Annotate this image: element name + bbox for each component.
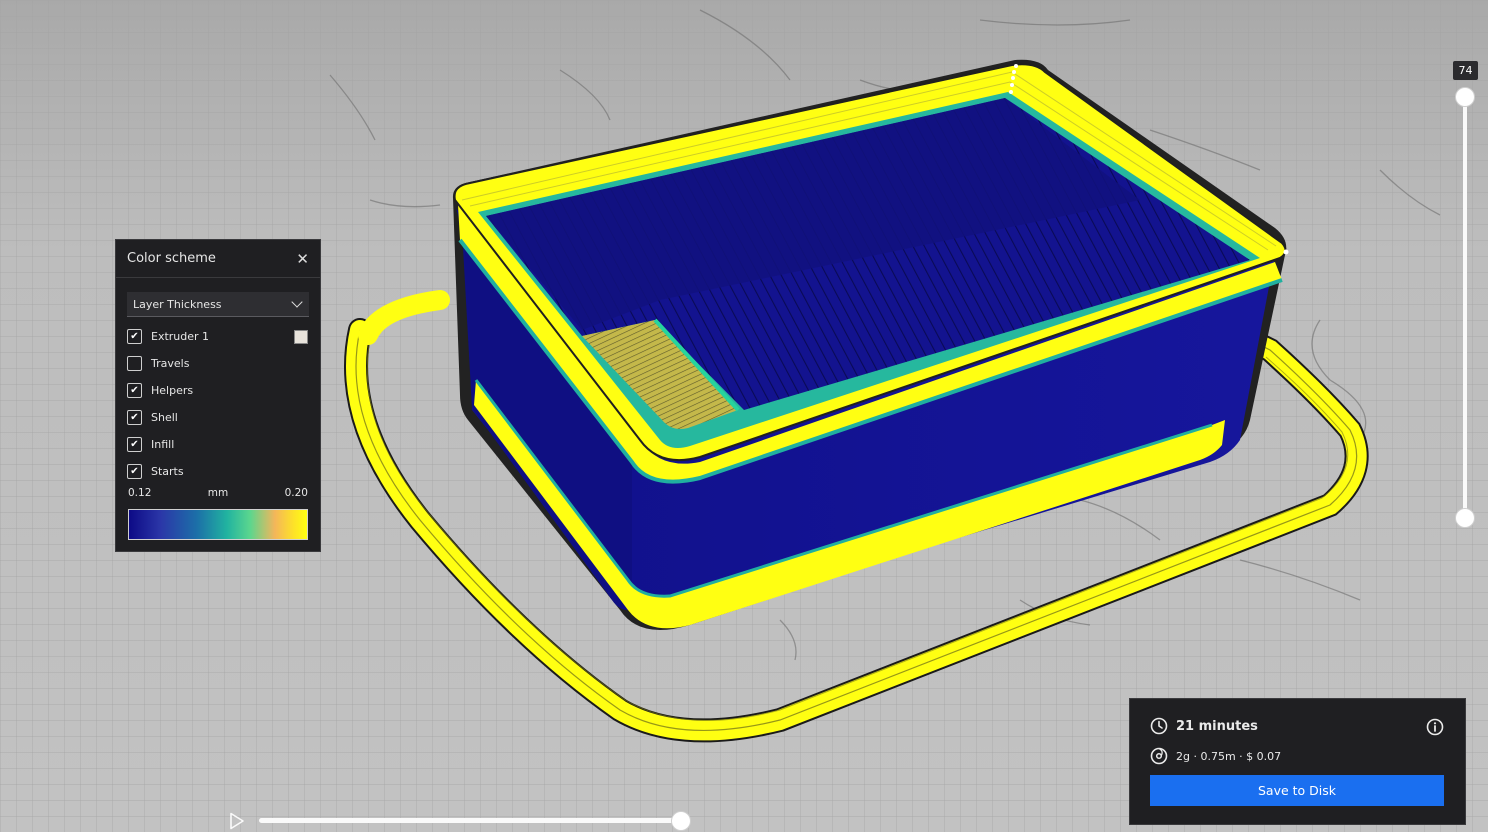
layer-slider-upper-handle[interactable] (1455, 87, 1475, 107)
option-infill[interactable]: ✔ Infill (116, 431, 320, 458)
shell-label: Shell (151, 411, 178, 424)
color-scheme-title: Color scheme (127, 251, 216, 266)
layer-number-label: 74 (1453, 61, 1478, 80)
extruder-color-swatch (294, 329, 308, 344)
extruder-1-label: Extruder 1 (151, 330, 210, 343)
color-scheme-dropdown[interactable]: Layer Thickness (127, 292, 309, 317)
helpers-checkbox[interactable]: ✔ (127, 383, 142, 398)
extruder-1-checkbox[interactable]: ✔ (127, 329, 142, 344)
infill-label: Infill (151, 438, 175, 451)
layer-slider-track[interactable] (1463, 97, 1467, 518)
save-to-disk-button[interactable]: Save to Disk (1150, 775, 1444, 806)
color-scheme-panel: Color scheme ✕ Layer Thickness ✔ Extrude… (115, 239, 321, 552)
infill-checkbox[interactable]: ✔ (127, 437, 142, 452)
info-icon[interactable] (1426, 718, 1444, 736)
color-scheme-options: ✔ Extruder 1 Travels ✔ Helpers ✔ Shell ✔… (116, 323, 320, 485)
scale-min: 0.12 (128, 487, 152, 499)
option-shell[interactable]: ✔ Shell (116, 404, 320, 431)
color-scheme-header: Color scheme ✕ (116, 240, 320, 278)
print-time: 21 minutes (1176, 718, 1258, 734)
play-icon[interactable] (229, 812, 245, 830)
legend-gradient-bar (128, 509, 308, 540)
option-starts[interactable]: ✔ Starts (116, 458, 320, 485)
playback-slider-handle[interactable] (671, 811, 691, 831)
starts-checkbox[interactable]: ✔ (127, 464, 142, 479)
layer-slider-lower-handle[interactable] (1455, 508, 1475, 528)
scale-unit: mm (207, 487, 229, 499)
travels-checkbox[interactable] (127, 356, 142, 371)
helpers-label: Helpers (151, 384, 194, 397)
chevron-down-icon (291, 296, 303, 308)
color-scheme-selected: Layer Thickness (133, 297, 222, 311)
legend-scale: 0.12 mm 0.20 (116, 487, 320, 499)
starts-label: Starts (151, 465, 184, 478)
playback-slider-track[interactable] (259, 818, 682, 823)
close-icon[interactable]: ✕ (296, 250, 309, 268)
material-usage: 2g · 0.75m · $ 0.07 (1176, 749, 1282, 763)
shell-checkbox[interactable]: ✔ (127, 410, 142, 425)
print-info-panel: 21 minutes 2g · 0.75m · $ 0.07 Save to D… (1129, 698, 1466, 825)
option-travels[interactable]: Travels (116, 350, 320, 377)
material-usage-row: 2g · 0.75m · $ 0.07 (1150, 747, 1281, 765)
travels-label: Travels (151, 357, 190, 370)
scale-max: 0.20 (284, 487, 308, 499)
spool-icon (1150, 747, 1168, 765)
option-extruder-1[interactable]: ✔ Extruder 1 (116, 323, 320, 350)
print-time-row: 21 minutes (1150, 717, 1258, 735)
option-helpers[interactable]: ✔ Helpers (116, 377, 320, 404)
clock-icon (1150, 717, 1168, 735)
